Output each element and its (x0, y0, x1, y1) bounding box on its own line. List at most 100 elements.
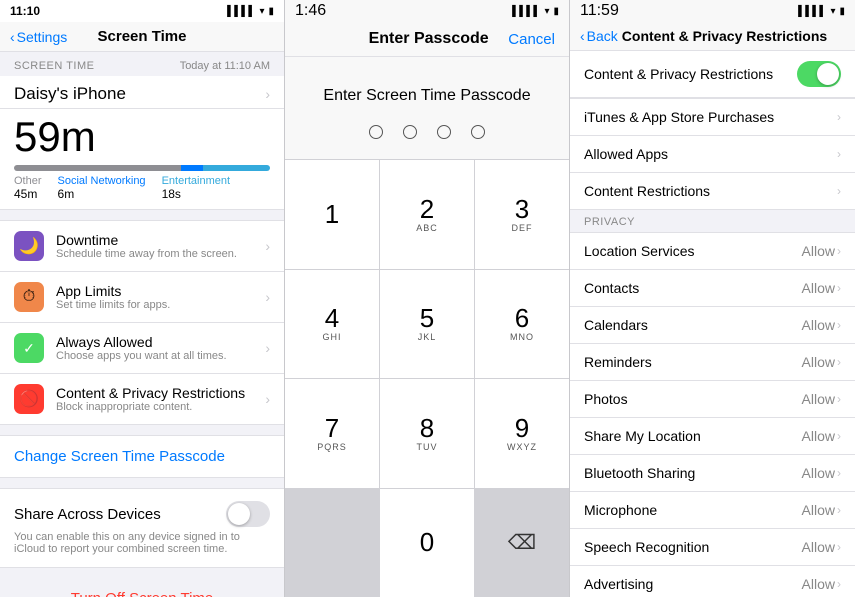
key-5[interactable]: 5 JKL (380, 270, 474, 379)
menu-item-content-restrictions[interactable]: 🚫 Content & Privacy Restrictions Block i… (0, 374, 284, 424)
p3-item-contacts[interactable]: Contacts Allow › (570, 270, 855, 307)
battery-icon-3: ▮ (839, 6, 845, 17)
allow-location: Allow (802, 243, 835, 259)
menu-item-app-limits[interactable]: ⏱ App Limits Set time limits for apps. › (0, 272, 284, 323)
downtime-text: Downtime Schedule time away from the scr… (56, 232, 253, 260)
key-7[interactable]: 7 PQRS (285, 379, 379, 488)
menu-item-downtime[interactable]: 🌙 Downtime Schedule time away from the s… (0, 221, 284, 272)
wifi-icon-1: ▾ (259, 6, 264, 17)
p3-item-itunes[interactable]: iTunes & App Store Purchases › (570, 99, 855, 136)
turn-off-screen-time-link[interactable]: Turn Off Screen Time (0, 578, 284, 597)
content-restrictions-icon: 🚫 (14, 384, 44, 414)
backspace-icon: ⌫ (508, 530, 536, 555)
prompt-text: Enter Screen Time Passcode (299, 87, 555, 105)
menu-item-always-allowed[interactable]: ✓ Always Allowed Choose apps you want at… (0, 323, 284, 374)
chevron-speech: › (837, 540, 841, 554)
always-allowed-icon: ✓ (14, 333, 44, 363)
share-row: Share Across Devices (14, 501, 270, 527)
panel-screen-time: 11:10 ▌▌▌▌ ▾ ▮ ‹ Settings Screen Time SC… (0, 0, 285, 597)
key-backspace[interactable]: ⌫ (475, 489, 569, 597)
screen-time-menu: 🌙 Downtime Schedule time away from the s… (0, 220, 284, 425)
chevron-left-icon-3: ‹ (580, 28, 585, 44)
status-bar-2: 1:46 ▌▌▌▌ ▾ ▮ (285, 0, 569, 22)
content-restrictions-text: Content & Privacy Restrictions Block ina… (56, 385, 253, 413)
chevron-contacts: › (837, 281, 841, 295)
p3-item-calendars[interactable]: Calendars Allow › (570, 307, 855, 344)
numpad: 1 2 ABC 3 DEF 4 GHI 5 JKL 6 MNO 7 PQRS 8 (285, 159, 569, 597)
share-toggle[interactable] (226, 501, 270, 527)
key-9[interactable]: 9 WXYZ (475, 379, 569, 488)
back-button-3[interactable]: ‹ Back (580, 28, 618, 44)
p3-item-photos[interactable]: Photos Allow › (570, 381, 855, 418)
p3-item-allowed-apps[interactable]: Allowed Apps › (570, 136, 855, 173)
p3-item-reminders[interactable]: Reminders Allow › (570, 344, 855, 381)
passcode-dots (299, 125, 555, 139)
chevron-allowed-apps: › (837, 147, 841, 161)
downtime-icon: 🌙 (14, 231, 44, 261)
bar-other (14, 165, 181, 171)
time-display: 59m Other 45m Social Networking 6m Enter… (0, 109, 284, 210)
allow-calendars: Allow (802, 317, 835, 333)
battery-icon-1: ▮ (268, 6, 274, 17)
key-8[interactable]: 8 TUV (380, 379, 474, 488)
wifi-icon-2: ▾ (544, 6, 549, 17)
dot-4 (471, 125, 485, 139)
key-0[interactable]: 0 (380, 489, 474, 597)
key-1[interactable]: 1 (285, 160, 379, 269)
status-icons-1: ▌▌▌▌ ▾ ▮ (227, 6, 274, 17)
p3-scroll-area: Content & Privacy Restrictions iTunes & … (570, 51, 855, 597)
big-time: 59m (14, 113, 270, 161)
wifi-icon-3: ▾ (830, 6, 835, 17)
status-time-2: 1:46 (295, 2, 326, 20)
key-4[interactable]: 4 GHI (285, 270, 379, 379)
chevron-right-icon-device: › (265, 86, 270, 102)
back-button-1[interactable]: ‹ Settings (10, 29, 67, 45)
p3-item-speech[interactable]: Speech Recognition Allow › (570, 529, 855, 566)
share-subtitle: You can enable this on any device signed… (14, 531, 270, 555)
cancel-button[interactable]: Cancel (508, 31, 555, 48)
chevron-microphone: › (837, 503, 841, 517)
p3-item-content-restrictions[interactable]: Content Restrictions › (570, 173, 855, 209)
dot-3 (437, 125, 451, 139)
app-limits-icon: ⏱ (14, 282, 44, 312)
status-bar-1: 11:10 ▌▌▌▌ ▾ ▮ (0, 0, 284, 22)
chevron-bluetooth: › (837, 466, 841, 480)
chevron-content-restrictions: › (837, 184, 841, 198)
bar-entertainment (203, 165, 270, 171)
chevron-left-icon-1: ‹ (10, 29, 15, 45)
change-passcode-link[interactable]: Change Screen Time Passcode (0, 435, 284, 478)
chevron-calendars: › (837, 318, 841, 332)
signal-icon-2: ▌▌▌▌ (512, 6, 540, 17)
p3-item-microphone[interactable]: Microphone Allow › (570, 492, 855, 529)
chevron-right-app-limits: › (265, 289, 270, 305)
dot-2 (403, 125, 417, 139)
app-limits-text: App Limits Set time limits for apps. (56, 283, 253, 311)
bar-label-social: Social Networking 6m (58, 175, 146, 201)
signal-icon-1: ▌▌▌▌ (227, 6, 255, 17)
p3-item-advertising[interactable]: Advertising Allow › (570, 566, 855, 597)
p3-item-location[interactable]: Location Services Allow › (570, 233, 855, 270)
timestamp-1: Today at 11:10 AM (180, 60, 270, 72)
restrictions-toggle-row: Content & Privacy Restrictions (570, 51, 855, 98)
dot-1 (369, 125, 383, 139)
p3-item-bluetooth[interactable]: Bluetooth Sharing Allow › (570, 455, 855, 492)
device-name-row[interactable]: Daisy's iPhone › (0, 76, 284, 109)
share-label: Share Across Devices (14, 506, 161, 523)
p3-item-share-location[interactable]: Share My Location Allow › (570, 418, 855, 455)
panel2-nav: Enter Passcode Cancel (285, 22, 569, 57)
chevron-share-location: › (837, 429, 841, 443)
restrictions-toggle[interactable] (797, 61, 841, 87)
chevron-right-always-allowed: › (265, 340, 270, 356)
key-2[interactable]: 2 ABC (380, 160, 474, 269)
panel2-top: 1:46 ▌▌▌▌ ▾ ▮ Enter Passcode Cancel Ente… (285, 0, 569, 159)
status-icons-3: ▌▌▌▌ ▾ ▮ (798, 6, 845, 17)
allow-share-location: Allow (802, 428, 835, 444)
key-6[interactable]: 6 MNO (475, 270, 569, 379)
usage-bar (14, 165, 270, 171)
key-3[interactable]: 3 DEF (475, 160, 569, 269)
chevron-itunes: › (837, 110, 841, 124)
chevron-right-content-restrictions: › (265, 391, 270, 407)
status-icons-2: ▌▌▌▌ ▾ ▮ (512, 6, 559, 17)
bar-labels: Other 45m Social Networking 6m Entertain… (14, 175, 270, 201)
passcode-nav-title: Enter Passcode (369, 30, 489, 48)
